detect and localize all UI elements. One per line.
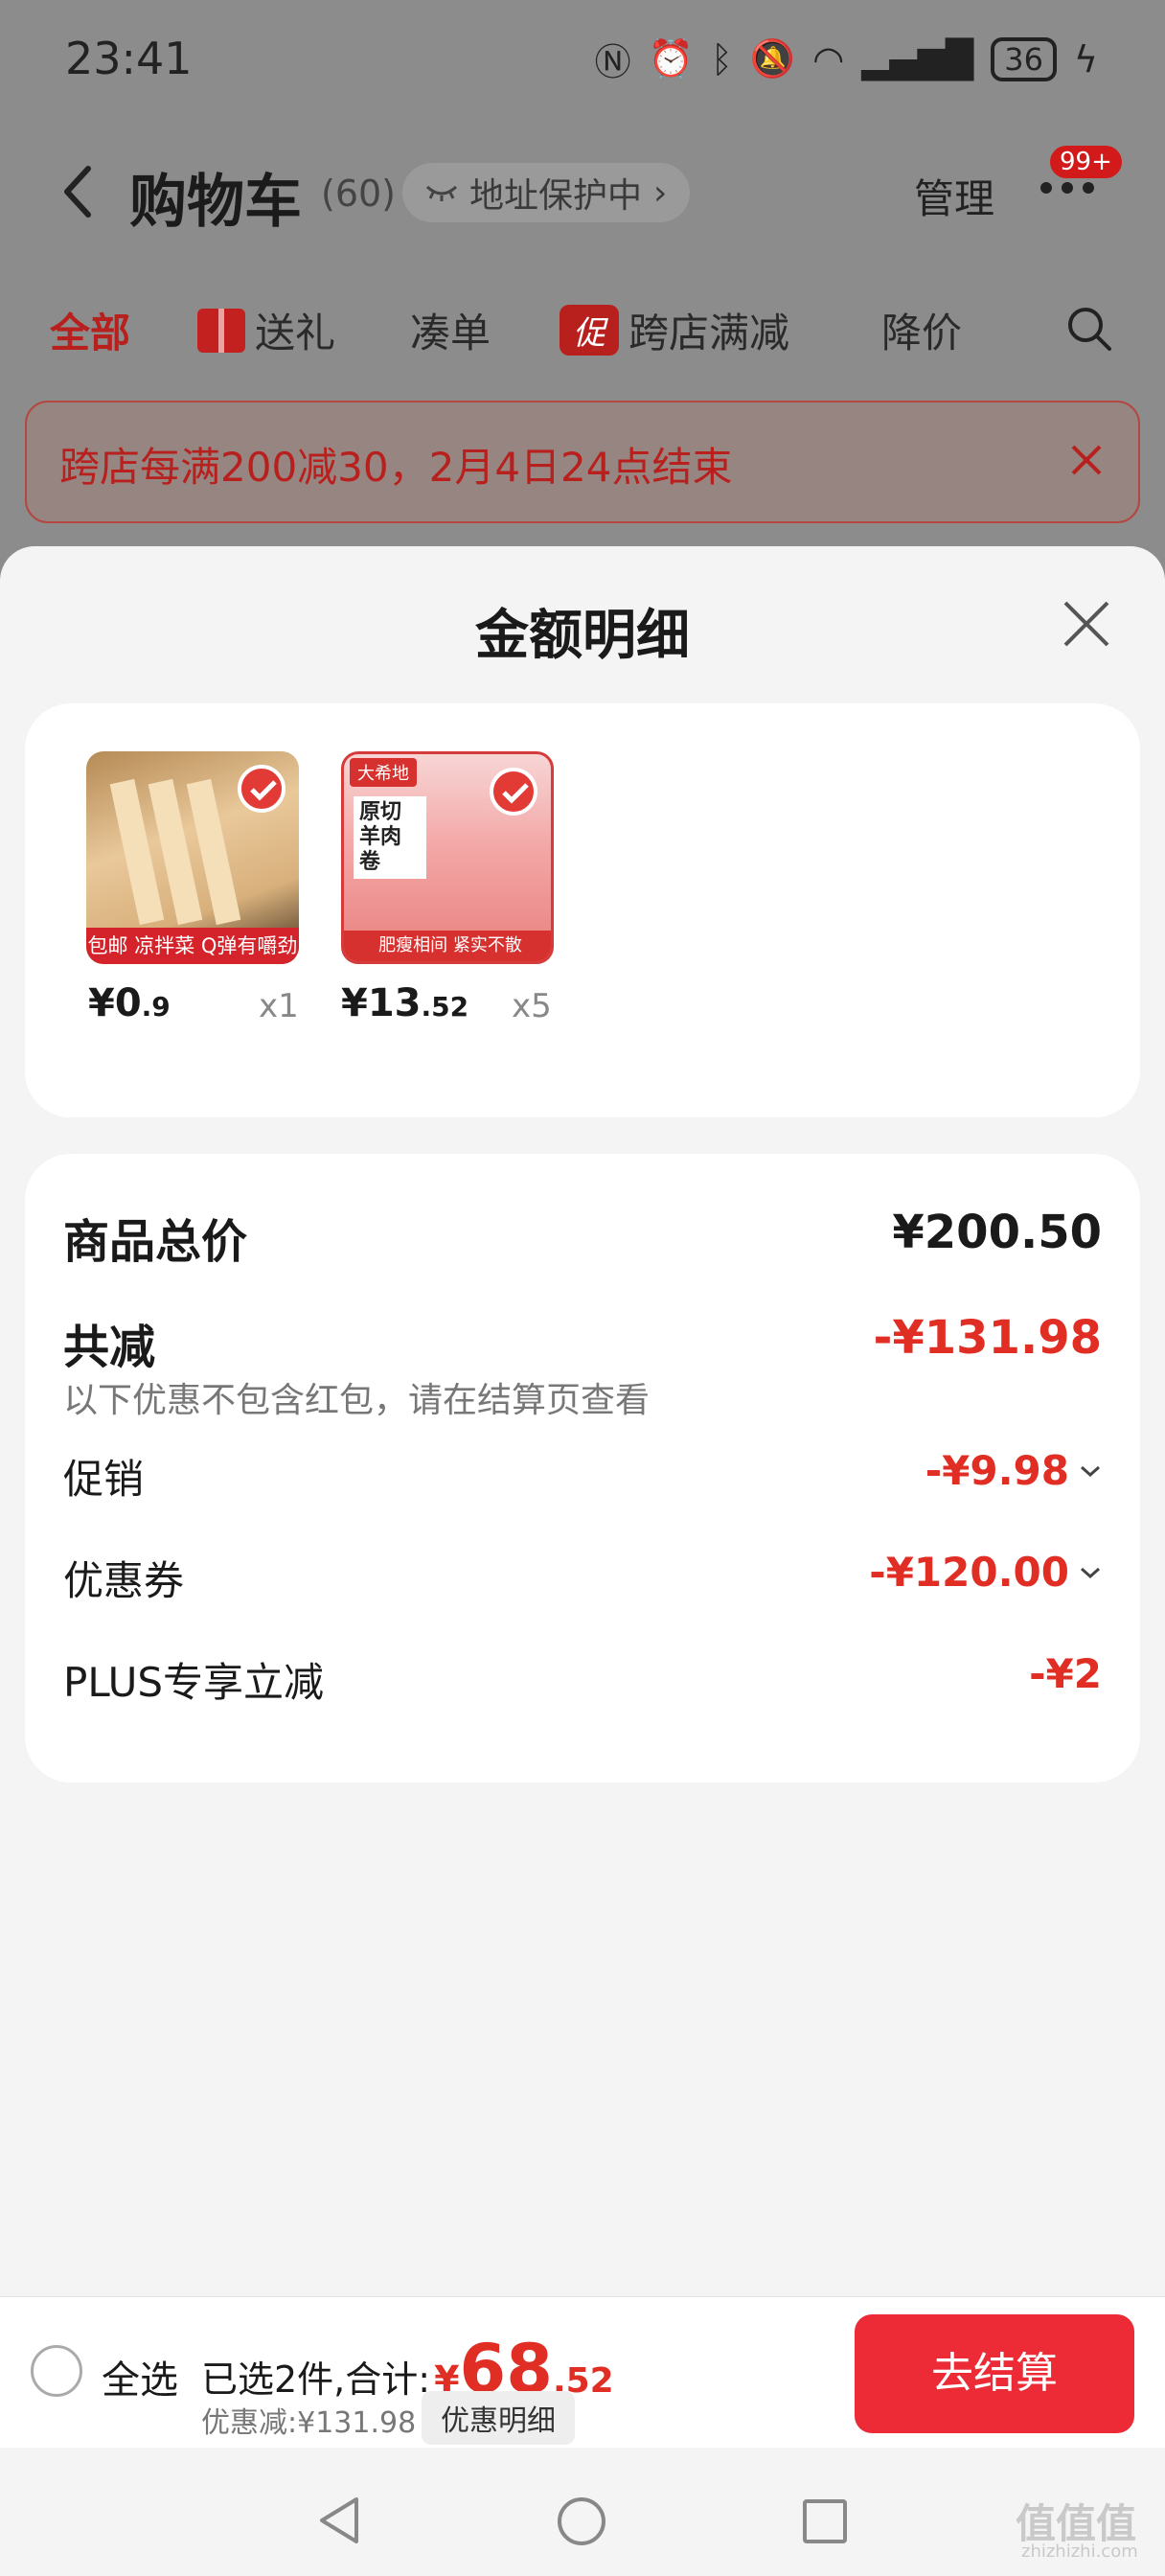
filter-tabs: 全部 送礼 凑单 促跨店满减 降价 [0, 288, 1165, 374]
total-reduce-label: 共减 [63, 1321, 156, 1374]
checked-icon [490, 768, 537, 816]
nfc-icon: Ⓝ [594, 41, 631, 83]
wifi-icon: ◠ [812, 37, 845, 80]
message-badge: 99+ [1050, 146, 1122, 178]
charging-icon: ϟ [1073, 37, 1098, 80]
product-brand: 大希地 [350, 758, 417, 787]
promotion-row[interactable]: 促销 -¥9.98 [63, 1447, 1102, 1503]
promo-notice: 跨店每满200减30，2月4日24点结束 [25, 401, 1140, 523]
status-icons: Ⓝ ⏰ ᛒ 🔕 ◠ ▂▄▆█ 36 ϟ [595, 33, 1098, 85]
status-bar: 23:41 Ⓝ ⏰ ᛒ 🔕 ◠ ▂▄▆█ 36 ϟ [0, 0, 1165, 115]
product-image: 包邮 凉拌菜 Q弹有嚼劲 [86, 751, 299, 964]
goods-price: ¥0.9 [88, 981, 171, 1025]
product-image-name: 原切羊肉卷 [354, 796, 426, 879]
tab-label: 全部 [50, 310, 131, 356]
back-icon[interactable] [59, 163, 98, 220]
bluetooth-icon: ᛒ [710, 37, 733, 80]
cart-page-background: 23:41 Ⓝ ⏰ ᛒ 🔕 ◠ ▂▄▆█ 36 ϟ 购物车 (60) 地址保护中… [0, 0, 1165, 575]
tab-gift[interactable]: 送礼 [197, 301, 335, 359]
plus-discount-label: PLUS专享立减 [63, 1659, 325, 1706]
tab-price-drop[interactable]: 降价 [881, 301, 962, 359]
product-image: 大希地 原切羊肉卷 肥瘦相间 紧实不散 [341, 751, 554, 964]
checked-icon [238, 765, 286, 813]
tab-label: 降价 [881, 310, 963, 356]
selected-text: 已选2件,合计: [201, 2358, 431, 2401]
total-price-row: 商品总价 ¥200.50 [63, 1204, 1102, 1269]
watermark-url: zhizhizhi.com [1021, 2542, 1138, 2562]
select-all-label[interactable]: 全选 [102, 2349, 178, 2404]
tab-bundle[interactable]: 凑单 [410, 301, 491, 359]
coupon-value: -¥120.00 [869, 1549, 1102, 1596]
total-price-label: 商品总价 [63, 1215, 248, 1269]
nav-back-icon[interactable] [316, 2496, 362, 2545]
goods-item[interactable]: 包邮 凉拌菜 Q弹有嚼劲 [86, 751, 299, 964]
goods-price: ¥13.52 [341, 981, 469, 1025]
battery-indicator: 36 [991, 36, 1057, 81]
tab-label: 凑单 [410, 310, 491, 356]
goods-item[interactable]: 大希地 原切羊肉卷 肥瘦相间 紧实不散 [341, 751, 554, 964]
coupon-row[interactable]: 优惠券 -¥120.00 [63, 1549, 1102, 1604]
nav-recent-icon[interactable] [803, 2499, 847, 2543]
amount-detail-sheet: 金额明细 包邮 凉拌菜 Q弹有嚼劲 ¥0.9 x1 大希地 原切羊肉卷 肥瘦相间… [0, 546, 1165, 2576]
page-title: 购物车 [129, 169, 302, 236]
coupon-label: 优惠券 [63, 1557, 185, 1604]
cart-header: 购物车 (60) 地址保护中 › 管理 99+ [0, 134, 1165, 249]
checkout-bar: 全选 已选2件,合计: ¥ 68 .52 优惠减:¥131.98 优惠明细 去结… [0, 2296, 1165, 2448]
address-protection-pill[interactable]: 地址保护中 › [402, 163, 691, 222]
total-reduce-row: 共减 -¥131.98 以下优惠不包含红包，请在结算页查看 [63, 1309, 1102, 1420]
plus-discount-value: -¥2 [1029, 1650, 1102, 1697]
promo-notice-text: 跨店每满200减30，2月4日24点结束 [59, 444, 733, 491]
select-all-checkbox[interactable] [31, 2345, 82, 2397]
nav-home-icon[interactable] [558, 2497, 605, 2545]
search-icon[interactable] [1065, 305, 1113, 353]
signal-icon: ▂▄▆█ [861, 37, 974, 80]
discount-detail-button[interactable]: 优惠明细 [422, 2391, 575, 2445]
tab-all[interactable]: 全部 [50, 301, 130, 359]
tab-cross-store[interactable]: 促跨店满减 [560, 301, 789, 359]
goods-quantity: x1 [259, 987, 299, 1025]
status-time: 23:41 [65, 33, 193, 84]
total-price-value: ¥200.50 [892, 1206, 1102, 1259]
checkout-button[interactable]: 去结算 [855, 2314, 1134, 2433]
promotion-label: 促销 [63, 1456, 145, 1503]
total-reduce-value: -¥131.98 [873, 1311, 1102, 1365]
address-protection-label: 地址保护中 [469, 176, 643, 216]
close-icon[interactable] [1067, 441, 1106, 479]
discount-summary: 优惠减:¥131.98 [201, 2406, 417, 2440]
tab-label: 送礼 [255, 310, 336, 356]
product-image-band: 肥瘦相间 紧实不散 [344, 931, 551, 961]
promo-tag: 促 [560, 305, 619, 356]
mute-icon: 🔕 [749, 37, 796, 80]
system-navigation-bar [0, 2448, 1165, 2576]
more-icon[interactable] [1040, 182, 1094, 194]
plus-discount-row: PLUS专享立减 -¥2 [63, 1650, 1102, 1706]
reduce-note: 以下优惠不包含红包，请在结算页查看 [63, 1381, 651, 1420]
goods-quantity: x5 [512, 987, 552, 1025]
chevron-down-icon [1081, 1465, 1100, 1477]
chevron-right-icon: › [653, 172, 668, 213]
product-image-band: 包邮 凉拌菜 Q弹有嚼劲 [86, 928, 299, 964]
chevron-down-icon [1081, 1567, 1100, 1578]
gift-icon [197, 308, 245, 353]
close-icon[interactable] [1062, 599, 1111, 649]
sheet-title: 金额明细 [475, 605, 690, 667]
tab-label: 跨店满减 [628, 310, 790, 356]
alarm-icon: ⏰ [648, 37, 694, 80]
manage-button[interactable]: 管理 [914, 167, 994, 225]
promotion-value: -¥9.98 [925, 1447, 1102, 1494]
price-summary-card: 商品总价 ¥200.50 共减 -¥131.98 以下优惠不包含红包，请在结算页… [25, 1154, 1140, 1782]
eye-closed-icon [425, 185, 458, 201]
selected-goods-card: 包邮 凉拌菜 Q弹有嚼劲 ¥0.9 x1 大希地 原切羊肉卷 肥瘦相间 紧实不散… [25, 703, 1140, 1117]
cart-count: (60) [321, 172, 397, 215]
